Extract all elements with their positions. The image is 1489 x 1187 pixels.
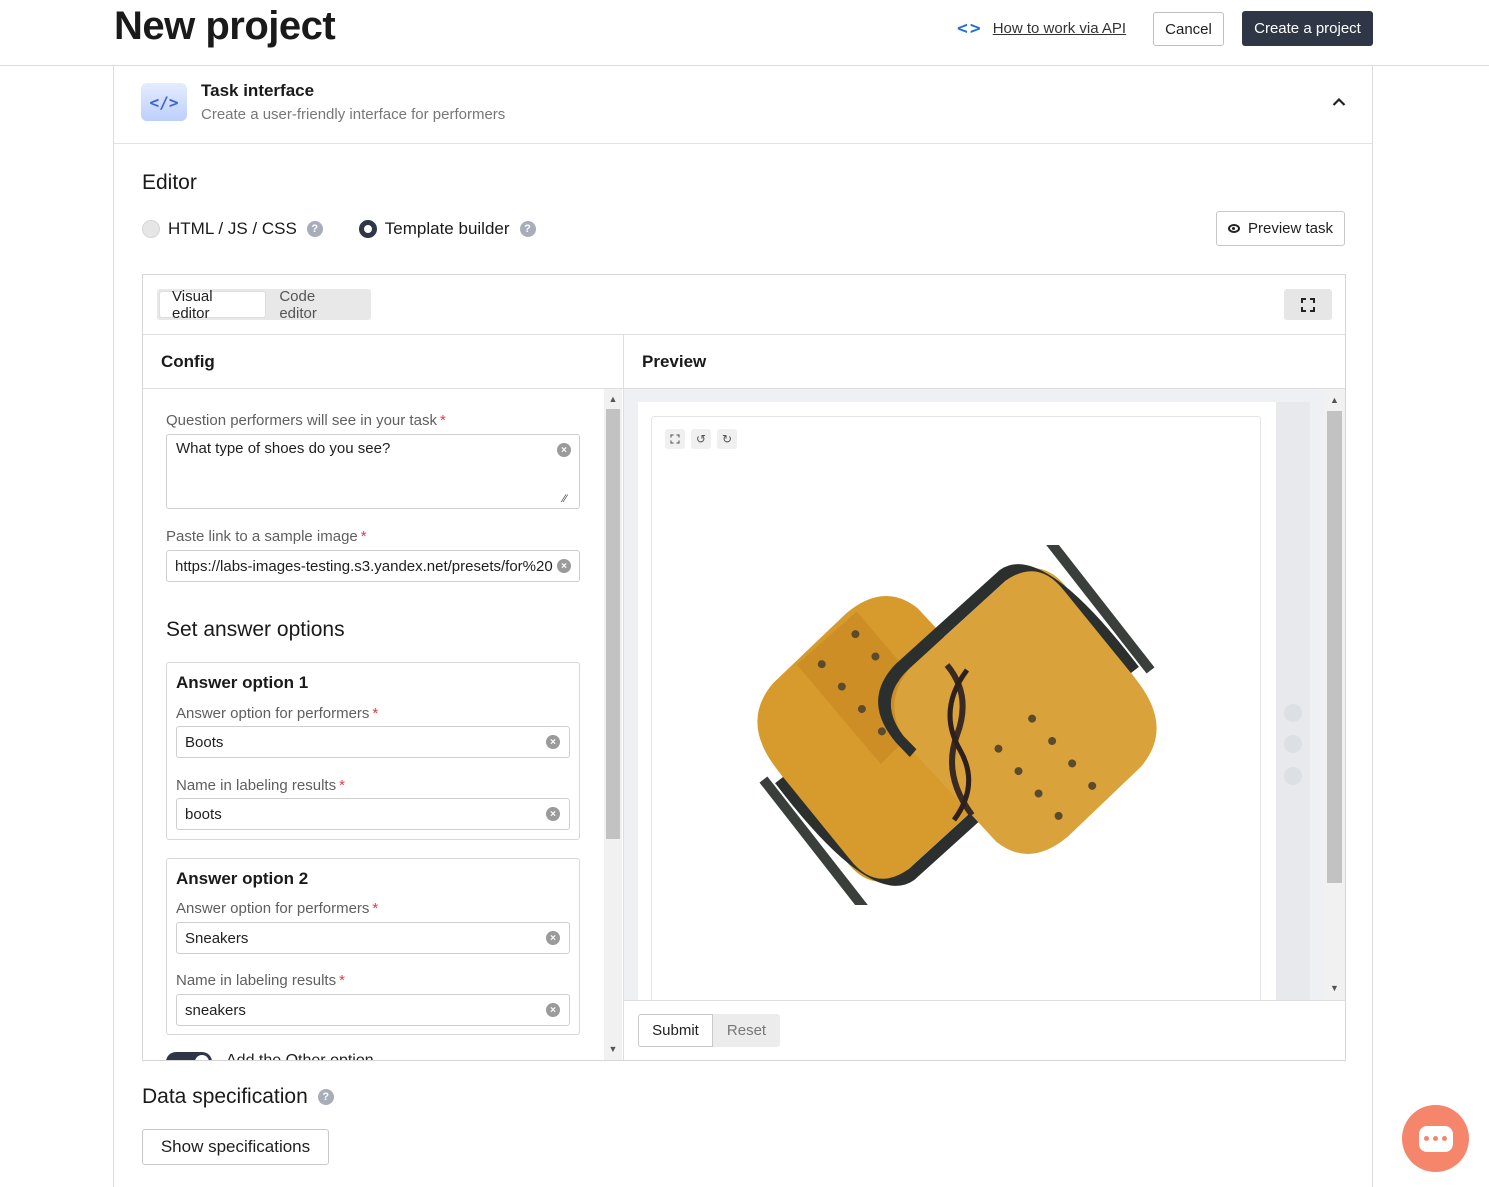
- performer-option-label: Answer option for performers *: [176, 900, 379, 917]
- other-option-toggle[interactable]: [166, 1052, 212, 1060]
- answer-option-card: Answer option 2 Answer option for perfor…: [166, 858, 580, 1035]
- preview-task-label: Preview task: [1247, 220, 1334, 237]
- code-icon: </>: [141, 83, 187, 121]
- task-interface-subtitle: Create a user-friendly interface for per…: [201, 106, 506, 123]
- rotate-left-icon[interactable]: ↺: [691, 429, 711, 449]
- eye-icon: [1227, 224, 1240, 233]
- config-scrollbar[interactable]: ▲ ▼: [604, 389, 622, 1060]
- radio-template-builder-label[interactable]: Template builder: [385, 219, 510, 239]
- page-title: New project: [114, 4, 336, 48]
- help-icon[interactable]: ?: [306, 221, 323, 237]
- cancel-button[interactable]: Cancel: [1153, 12, 1224, 46]
- template-editor: Visual editor Code editor Config Preview…: [142, 274, 1346, 1061]
- resize-handle-icon[interactable]: ⁄⁄: [563, 493, 567, 505]
- radio-html-js-css-label[interactable]: HTML / JS / CSS: [168, 219, 297, 239]
- preview-pane-header: Preview: [624, 334, 1345, 389]
- answer-options-heading: Set answer options: [166, 618, 345, 641]
- image-viewer: ↺ ↻: [651, 416, 1261, 1000]
- answer-option-title: Answer option 1: [176, 673, 309, 692]
- option-dot[interactable]: [1284, 767, 1302, 785]
- performer-option-label: Answer option for performers *: [176, 705, 379, 722]
- option-dot[interactable]: [1284, 704, 1302, 722]
- scroll-up-arrow-icon[interactable]: ▲: [1324, 393, 1345, 407]
- config-pane: Question performers will see in your tas…: [143, 389, 624, 1060]
- chat-icon: [1418, 1125, 1453, 1152]
- clear-icon[interactable]: ×: [546, 807, 560, 821]
- support-chat-button[interactable]: [1402, 1105, 1469, 1172]
- clear-icon[interactable]: ×: [557, 443, 571, 457]
- option-dot[interactable]: [1284, 735, 1302, 753]
- clear-icon[interactable]: ×: [546, 735, 560, 749]
- result-name-label: Name in labeling results *: [176, 972, 345, 989]
- data-specification-heading: Data specification ?: [142, 1085, 334, 1109]
- task-interface-title: Task interface: [201, 81, 315, 100]
- preview-side-panel: [1276, 402, 1310, 1000]
- preview-scrollbar[interactable]: ▲ ▼: [1324, 389, 1345, 1000]
- performer-option-input[interactable]: Sneakers: [176, 922, 570, 954]
- task-interface-section-header[interactable]: </> Task interface Create a user-friendl…: [114, 66, 1372, 144]
- result-name-label: Name in labeling results *: [176, 777, 345, 794]
- scrollbar-thumb[interactable]: [1327, 411, 1342, 883]
- task-preview-card: ↺ ↻: [638, 402, 1276, 1000]
- image-toolbar: ↺ ↻: [665, 429, 737, 449]
- boots-image: [757, 545, 1157, 905]
- result-name-input[interactable]: sneakers: [176, 994, 570, 1026]
- radio-html-js-css[interactable]: [142, 220, 160, 238]
- scroll-down-arrow-icon[interactable]: ▼: [604, 1042, 622, 1056]
- radio-template-builder[interactable]: [358, 220, 377, 238]
- answer-option-title: Answer option 2: [176, 869, 309, 888]
- scroll-down-arrow-icon[interactable]: ▼: [1324, 981, 1345, 995]
- chevron-up-icon[interactable]: [1329, 92, 1349, 112]
- preview-pane: ↺ ↻ ▲ ▼: [624, 389, 1345, 1000]
- preview-footer: Submit Reset: [624, 1000, 1345, 1060]
- tab-code-editor[interactable]: Code editor: [267, 288, 368, 322]
- fullscreen-icon: [1301, 297, 1315, 312]
- clear-icon[interactable]: ×: [557, 559, 571, 573]
- clear-icon[interactable]: ×: [546, 1003, 560, 1017]
- top-bar: New project <> How to work via API Cance…: [0, 0, 1489, 66]
- clear-icon[interactable]: ×: [546, 931, 560, 945]
- scroll-up-arrow-icon[interactable]: ▲: [604, 392, 622, 406]
- help-icon[interactable]: ?: [317, 1089, 334, 1105]
- question-label: Question performers will see in your tas…: [166, 412, 446, 429]
- answer-option-card: Answer option 1 Answer option for perfor…: [166, 662, 580, 840]
- result-name-input[interactable]: boots: [176, 798, 570, 830]
- help-icon[interactable]: ?: [519, 221, 536, 237]
- performer-option-input[interactable]: Boots: [176, 726, 570, 758]
- reset-button[interactable]: Reset: [713, 1014, 780, 1047]
- tab-visual-editor[interactable]: Visual editor: [160, 288, 266, 322]
- scrollbar-thumb[interactable]: [606, 409, 620, 839]
- fullscreen-button[interactable]: [1284, 289, 1332, 320]
- project-form-panel: </> Task interface Create a user-friendl…: [113, 66, 1373, 1187]
- image-link-input[interactable]: https://labs-images-testing.s3.yandex.ne…: [166, 550, 580, 582]
- api-docs-link[interactable]: <> How to work via API: [957, 18, 1126, 39]
- editor-tabs: Visual editor Code editor: [157, 288, 371, 322]
- config-pane-header: Config: [143, 334, 624, 389]
- editor-mode-selector: HTML / JS / CSS ? Template builder ?: [142, 217, 536, 241]
- api-docs-link-label: How to work via API: [992, 20, 1127, 37]
- other-option-label: Add the Other option: [226, 1052, 374, 1060]
- editor-heading: Editor: [142, 171, 197, 194]
- create-project-button[interactable]: Create a project: [1242, 11, 1373, 46]
- show-specifications-button[interactable]: Show specifications: [142, 1129, 329, 1165]
- fullscreen-icon[interactable]: [665, 429, 685, 449]
- submit-button[interactable]: Submit: [638, 1014, 713, 1047]
- image-link-label: Paste link to a sample image *: [166, 528, 367, 545]
- rotate-right-icon[interactable]: ↻: [717, 429, 737, 449]
- preview-task-button[interactable]: Preview task: [1216, 211, 1345, 246]
- question-textarea[interactable]: What type of shoes do you see?: [166, 434, 580, 509]
- code-brackets-icon: <>: [957, 18, 983, 39]
